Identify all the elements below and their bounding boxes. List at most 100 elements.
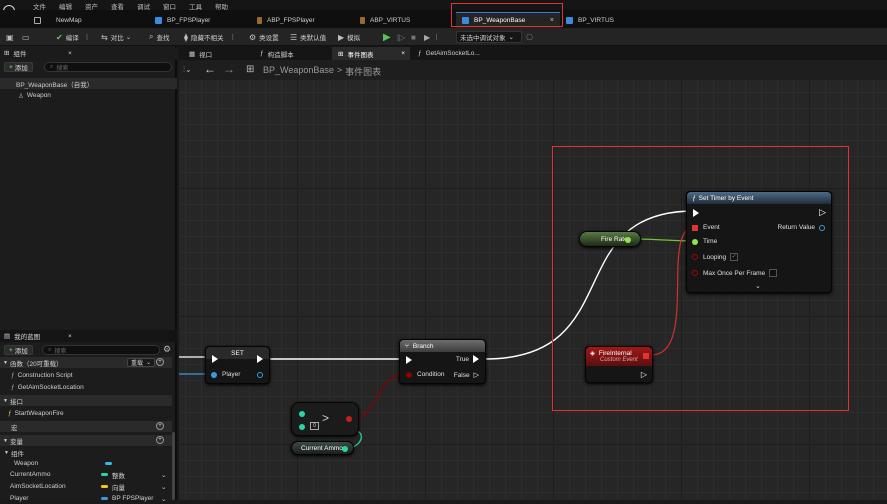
variable-type[interactable]: 向量 xyxy=(101,482,125,492)
exec-in-pin[interactable] xyxy=(212,355,218,363)
variable-type[interactable]: 整数 xyxy=(101,470,125,480)
settings-gear-icon[interactable]: ⚙ xyxy=(163,344,171,355)
compare-node[interactable]: > 0 xyxy=(291,402,359,436)
int-input-pin-a[interactable] xyxy=(299,411,305,417)
my-blueprint-search-input[interactable]: ⌕ 搜索 xyxy=(42,345,160,355)
hide-unrelated-button[interactable]: ⧫ 隐藏不相关 ⋮ xyxy=(184,31,236,43)
back-arrow-icon[interactable]: ← xyxy=(204,62,216,76)
variable-row[interactable]: CurrentAmmo 整数 ⌄ xyxy=(0,469,177,480)
debug-icon: ⎔ xyxy=(526,32,533,42)
breadcrumb-blueprint[interactable]: BP_WeaponBase xyxy=(263,65,334,78)
panel-scrollbar[interactable] xyxy=(172,432,175,500)
section-interfaces[interactable]: ▼ 接口 xyxy=(0,395,172,406)
find-button[interactable]: ⌕ 查找 xyxy=(149,31,169,43)
variables-components-category[interactable]: ▼ 组件 xyxy=(0,447,177,458)
event-graph-canvas[interactable]: SET Player ⑂ Branch True Condition False… xyxy=(179,80,887,500)
function-icon: ƒ xyxy=(260,50,264,57)
tab-bp-fpsplayer[interactable]: BP_FPSPlayer xyxy=(155,12,210,28)
tab-label: NewMap xyxy=(56,16,82,24)
class-settings-button[interactable]: ⚙ 类设置 xyxy=(249,31,279,43)
step-button[interactable]: |▷ xyxy=(397,31,408,43)
int-output-pin[interactable] xyxy=(342,446,348,452)
forward-arrow-icon[interactable]: → xyxy=(223,62,235,76)
class-defaults-button[interactable]: ☰ 类默认值 xyxy=(290,31,326,43)
false-pin[interactable]: False ▷ xyxy=(454,371,479,380)
condition-pin[interactable]: Condition xyxy=(406,371,444,378)
menu-bar: 文件 编辑 资产 查看 调试 窗口 工具 帮助 xyxy=(0,0,887,22)
true-pin[interactable]: True xyxy=(456,355,479,363)
tab-bp-virtus[interactable]: BP_VIRTUS xyxy=(566,12,614,28)
tab-abp-fpsplayer[interactable]: ABP_FPSPlayer xyxy=(257,12,315,28)
add-variable-icon[interactable]: + xyxy=(156,436,164,444)
components-search-input[interactable]: ⌕ 搜索 xyxy=(44,62,172,72)
chevron-down-icon[interactable]: ⌄ xyxy=(161,471,166,479)
more-icon[interactable]: ⋮ xyxy=(229,33,236,41)
tab-construction-script[interactable]: ƒ 构造脚本 xyxy=(254,47,300,60)
compile-button[interactable]: ✔ 编译 ⋮ xyxy=(56,31,90,43)
variable-row[interactable]: AimSocketLocation 向量 ⌄ xyxy=(0,481,177,492)
variable-type-label: BP FPSPlayer xyxy=(112,495,154,502)
exec-out-pin[interactable] xyxy=(257,355,263,363)
exec-in-pin[interactable] xyxy=(406,356,412,364)
variable-type-label: 整数 xyxy=(112,472,125,480)
chevron-down-icon: ▼ xyxy=(4,449,9,456)
variable-row[interactable]: Weapon xyxy=(0,458,177,469)
tab-label: BP_FPSPlayer xyxy=(167,16,211,24)
chevron-down-icon[interactable]: ⌄ xyxy=(161,483,166,491)
tab-abp-virtus[interactable]: ABP_VIRTUS xyxy=(360,12,410,28)
override-dropdown[interactable]: 重载 ⌄ xyxy=(127,358,156,367)
stop-button[interactable]: ■ xyxy=(411,31,419,43)
function-construction-script[interactable]: ƒ Construction Script xyxy=(0,370,177,381)
section-macros[interactable]: 宏 + xyxy=(0,421,172,432)
int-input-pin-b[interactable] xyxy=(299,424,305,430)
function-getaimsocketlocation[interactable]: ƒ GetAimSocketLocation xyxy=(0,382,177,393)
variable-name: CurrentAmmo xyxy=(10,471,51,478)
eject-button[interactable]: ▶ ⋮ xyxy=(424,31,440,43)
component-root[interactable]: BP_WeaponBase（自我） xyxy=(0,78,177,89)
section-variables[interactable]: ▼ 变量 + xyxy=(0,435,172,446)
components-add-button[interactable]: + 添加 xyxy=(4,62,33,72)
close-icon[interactable]: × xyxy=(68,333,72,340)
bool-output-pin[interactable] xyxy=(346,416,352,422)
play-button[interactable]: ▶ xyxy=(383,31,394,43)
add-macro-icon[interactable]: + xyxy=(156,422,164,430)
tab-viewport[interactable]: ▦ 视口 xyxy=(183,47,218,60)
breadcrumb-graph[interactable]: 事件图表 xyxy=(345,65,381,78)
close-icon[interactable]: × xyxy=(68,50,72,57)
variable-type[interactable]: BP FPSPlayer xyxy=(101,495,153,502)
debug-object-select[interactable]: 未选中调试对象 ⌄ xyxy=(456,31,522,43)
current-ammo-node[interactable]: Current Ammo xyxy=(291,441,354,455)
pin-label: Condition xyxy=(417,371,445,378)
branch-node[interactable]: ⑂ Branch True Condition False ▷ xyxy=(399,339,486,384)
plus-icon: + xyxy=(9,63,13,71)
interface-startweaponfire[interactable]: ƒ StartWeaponFire xyxy=(0,408,177,419)
component-weapon[interactable]: ♙ Weapon xyxy=(0,90,177,101)
variable-row[interactable]: Player BP FPSPlayer ⌄ xyxy=(0,493,177,504)
tab-getaimsocketlocation[interactable]: ƒ GetAimSocketLo... xyxy=(412,47,486,60)
more-icon[interactable]: ⋮ xyxy=(433,33,440,41)
tab-newmap[interactable]: NewMap xyxy=(34,12,82,28)
close-icon[interactable]: × xyxy=(401,50,405,57)
literal-value-box[interactable]: 0 xyxy=(310,422,319,430)
debug-filter-button[interactable]: ⎔ xyxy=(526,31,536,43)
search-placeholder: 搜索 xyxy=(54,348,67,355)
diff-button[interactable]: ⇆ 对比 ⌄ xyxy=(101,31,131,43)
set-node[interactable]: SET Player xyxy=(205,346,270,384)
simulate-button[interactable]: ▶ 模拟 xyxy=(338,31,360,43)
player-output-pin[interactable] xyxy=(257,372,263,378)
graph-list-icon[interactable]: ⫶⌄ xyxy=(183,65,192,75)
chevron-down-icon[interactable]: ⌄ xyxy=(161,495,166,503)
save-button[interactable]: ▣ xyxy=(6,31,17,43)
my-blueprint-add-button[interactable]: + 添加 xyxy=(4,345,33,355)
browse-button[interactable]: ▭ xyxy=(22,31,33,43)
breadcrumb-separator: > xyxy=(336,65,343,75)
variable-type-label: 向量 xyxy=(112,484,125,492)
components-sub-label: 组件 xyxy=(10,450,24,458)
player-input-pin[interactable]: Player xyxy=(211,371,240,378)
function-icon: ƒ xyxy=(11,372,15,379)
section-functions[interactable]: ▼ 函数（20可重载） 重载 ⌄ + xyxy=(0,357,172,368)
tab-event-graph[interactable]: ⊞ 事件图表 × xyxy=(332,47,410,60)
add-function-icon[interactable]: + xyxy=(156,358,164,366)
function-icon: ƒ xyxy=(11,384,15,391)
more-icon[interactable]: ⋮ xyxy=(84,33,91,41)
